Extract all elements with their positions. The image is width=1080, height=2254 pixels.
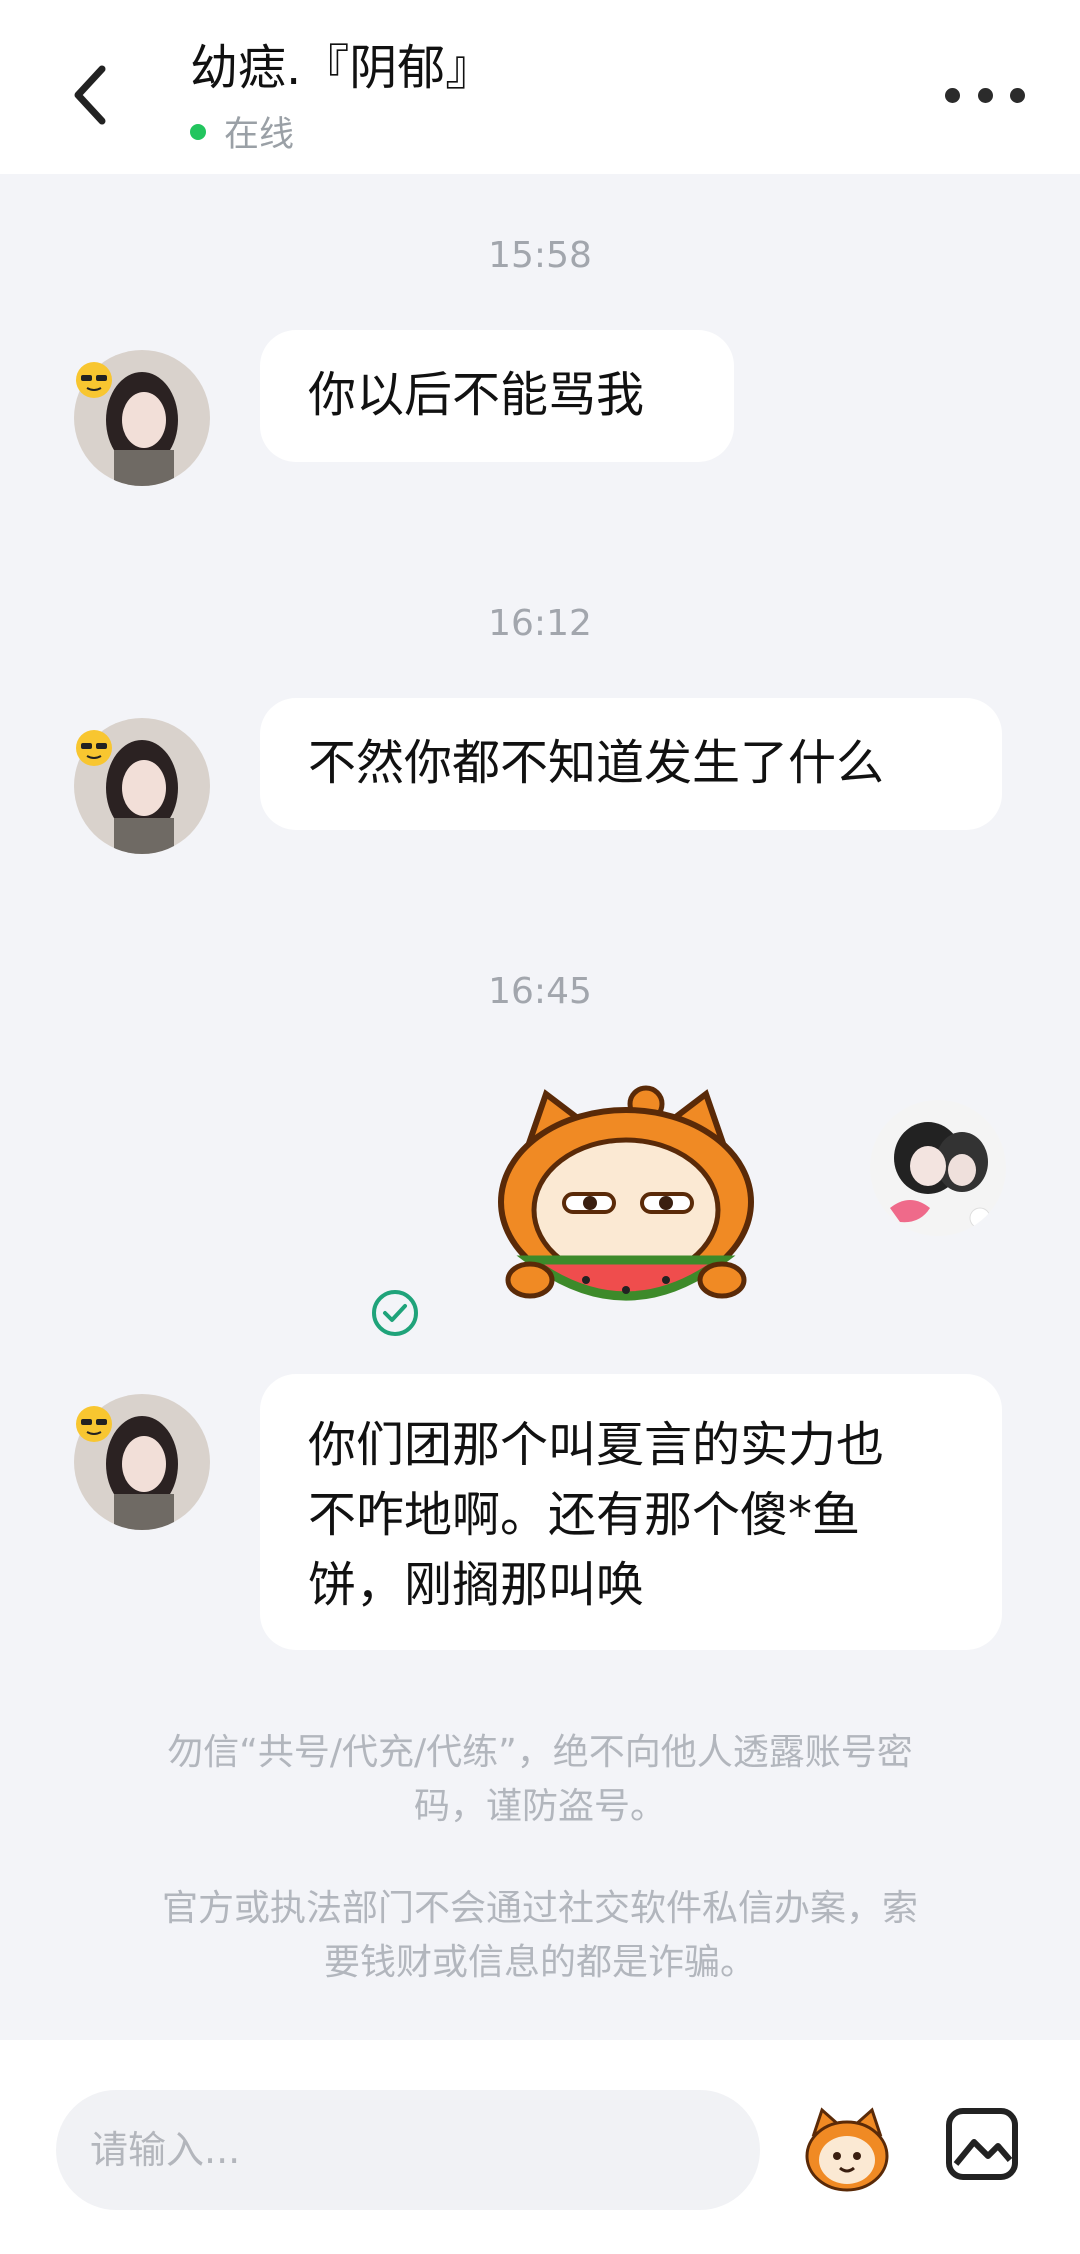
back-button[interactable] <box>60 58 120 132</box>
sunglasses-emoji-icon <box>76 1406 112 1442</box>
message-text-line: 你们团那个叫夏言的实力也 <box>308 1417 885 1473</box>
message-timestamp: 16:45 <box>488 971 592 1012</box>
online-status: 在线 <box>190 106 294 157</box>
sunglasses-emoji-icon <box>76 362 112 398</box>
more-dot-icon <box>1010 87 1025 103</box>
notice-line: 官方或执法部门不会通过社交软件私信办案，索 <box>161 1888 918 1929</box>
message-timestamp: 15:58 <box>488 235 592 276</box>
sent-check-icon <box>372 1290 418 1336</box>
message-bubble[interactable]: 你们团那个叫夏言的实力也 不咋地啊。还有那个傻*鱼 饼，刚搁那叫唤 <box>260 1374 1002 1650</box>
notice-line: 要钱财或信息的都是诈骗。 <box>323 1942 756 1983</box>
fraud-notice: 官方或执法部门不会通过社交软件私信办案，索 要钱财或信息的都是诈骗。 <box>100 1882 980 1990</box>
more-options-button[interactable] <box>945 70 1025 120</box>
message-text: 你以后不能骂我 <box>308 367 645 423</box>
online-dot-icon <box>190 123 206 140</box>
notice-line: 码，谨防盗号。 <box>413 1786 666 1827</box>
message-input[interactable] <box>56 2090 760 2210</box>
orange-cat-eating-watermelon-sticker[interactable] <box>486 1082 766 1328</box>
notice-line: 勿信“共号/代充/代练”，绝不向他人透露账号密 <box>167 1732 913 1773</box>
message-composer <box>0 2040 1080 2254</box>
more-dot-icon <box>977 87 993 103</box>
online-status-label: 在线 <box>224 115 295 155</box>
message-bubble[interactable]: 不然你都不知道发生了什么 <box>260 698 1002 830</box>
message-text-line: 不咋地啊。还有那个傻*鱼 <box>308 1487 861 1543</box>
my-avatar[interactable] <box>870 1100 1006 1236</box>
message-text-line: 饼，刚搁那叫唤 <box>308 1557 645 1613</box>
security-notice: 勿信“共号/代充/代练”，绝不向他人透露账号密 码，谨防盗号。 <box>100 1726 980 1834</box>
more-dot-icon <box>945 87 960 103</box>
message-timestamp: 16:12 <box>488 603 592 644</box>
orange-cat-emoji-icon[interactable] <box>800 2104 894 2198</box>
message-text: 不然你都不知道发生了什么 <box>308 735 885 791</box>
chevron-left-icon <box>74 65 106 125</box>
chat-header: 幼痣.『阴郁』 在线 <box>0 0 1080 174</box>
message-bubble[interactable]: 你以后不能骂我 <box>260 330 734 462</box>
image-icon[interactable] <box>944 2106 1020 2182</box>
sunglasses-emoji-icon <box>76 730 112 766</box>
contact-name[interactable]: 幼痣.『阴郁』 <box>190 36 493 100</box>
